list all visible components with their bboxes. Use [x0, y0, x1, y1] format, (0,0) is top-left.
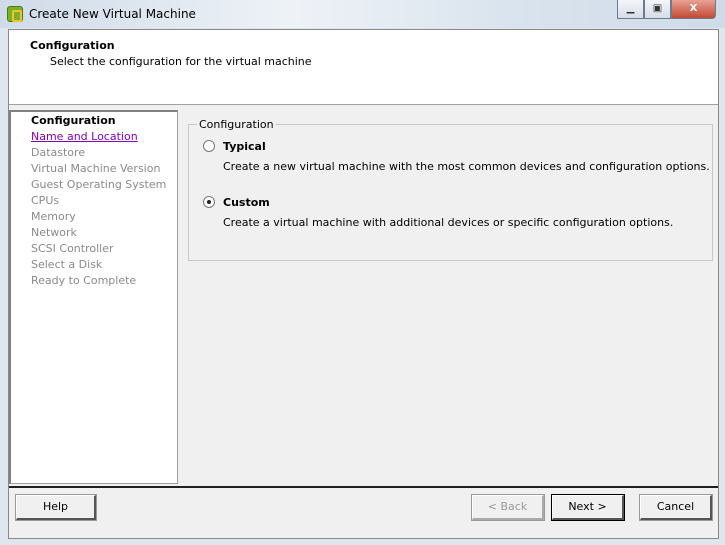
step-memory: Memory	[31, 210, 76, 223]
page-title: Configuration	[30, 39, 115, 52]
typical-description: Create a new virtual machine with the mo…	[223, 160, 710, 173]
step-scsi-controller: SCSI Controller	[31, 242, 114, 255]
step-cpus: CPUs	[31, 194, 60, 207]
wizard-window: Configuration Select the configuration f…	[8, 29, 719, 539]
step-configuration: Configuration	[31, 114, 116, 127]
next-button[interactable]: Next >	[551, 494, 625, 521]
configuration-group: Configuration Typical Create a new virtu…	[188, 118, 713, 261]
wizard-header: Configuration Select the configuration f…	[9, 30, 718, 105]
custom-description: Create a virtual machine with additional…	[223, 216, 674, 229]
cancel-button[interactable]: Cancel	[639, 494, 713, 521]
title-bar: Create New Virtual Machine ▁ ▣ X	[0, 0, 725, 28]
close-button[interactable]: X	[671, 0, 716, 19]
step-select-disk: Select a Disk	[31, 258, 103, 271]
typical-label[interactable]: Typical	[223, 140, 266, 153]
wizard-steps: Configuration Name and Location Datastor…	[9, 110, 178, 484]
step-ready-to-complete: Ready to Complete	[31, 274, 137, 287]
minimize-button[interactable]: ▁	[617, 0, 644, 19]
vsphere-app-icon	[7, 6, 23, 22]
custom-radio[interactable]	[203, 196, 215, 208]
step-datastore: Datastore	[31, 146, 86, 159]
step-name-and-location[interactable]: Name and Location	[31, 130, 138, 143]
group-legend: Configuration	[197, 118, 276, 131]
help-button[interactable]: Help	[15, 494, 97, 521]
typical-radio[interactable]	[203, 140, 215, 152]
step-guest-os: Guest Operating System	[31, 178, 167, 191]
step-vm-version: Virtual Machine Version	[31, 162, 161, 175]
step-network: Network	[31, 226, 77, 239]
back-button[interactable]: < Back	[471, 494, 545, 521]
maximize-button[interactable]: ▣	[644, 0, 671, 19]
window-title: Create New Virtual Machine	[29, 7, 196, 21]
page-subtitle: Select the configuration for the virtual…	[50, 55, 312, 68]
custom-label[interactable]: Custom	[223, 196, 270, 209]
footer-divider	[9, 486, 718, 488]
